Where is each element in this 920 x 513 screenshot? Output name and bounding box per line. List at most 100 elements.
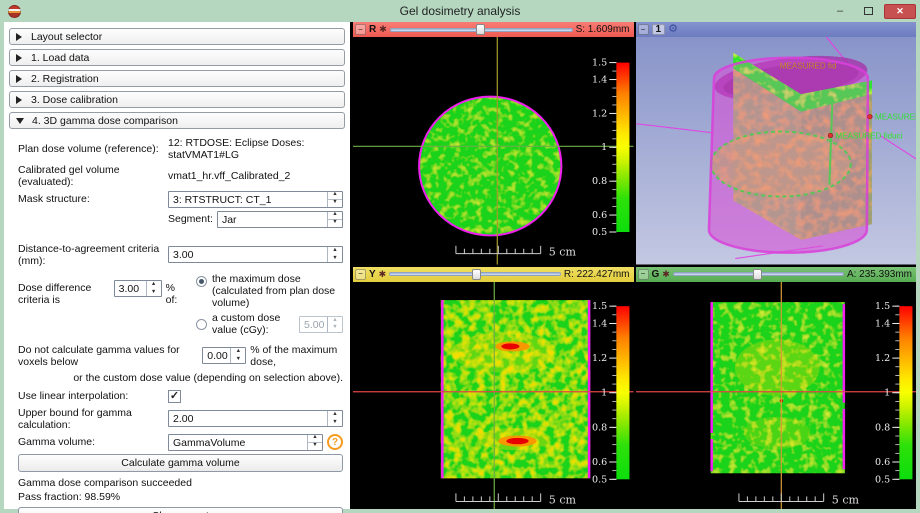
yellow-slice-canvas[interactable]: 1.51.41.210.80.60.5 5 cm	[353, 282, 634, 510]
spin-arrows-icon: ▲▼	[230, 348, 245, 363]
pin-icon[interactable]: ✱	[379, 25, 387, 34]
radio-maximum-dose-label: the maximum dose (calculated from plan d…	[212, 273, 343, 309]
slice-offset-slider[interactable]	[389, 270, 561, 279]
mask-structure-label: Mask structure:	[18, 193, 168, 205]
slice-view-yellow: − Y ✱ R: 222.427mm	[353, 267, 634, 510]
slice-offset-slider[interactable]	[673, 270, 844, 279]
segment-value: Jar	[218, 212, 327, 227]
threshold-label-post: % of the maximum dose,	[250, 344, 343, 368]
threed-view: − 1 ⚙	[636, 22, 917, 265]
interpolation-checkbox[interactable]: ✓	[168, 390, 181, 403]
view-label: G	[652, 269, 660, 280]
svg-text:1.5: 1.5	[592, 301, 607, 312]
svg-text:0.8: 0.8	[592, 422, 607, 433]
gamma-section-body: Plan dose volume (reference): 12: RTDOSE…	[9, 133, 345, 513]
section-label: Layout selector	[31, 31, 102, 43]
gamma-volume-select[interactable]: GammaVolume ▲▼	[168, 434, 323, 451]
fiducial-point[interactable]	[867, 115, 872, 120]
pin-icon[interactable]: ✱	[662, 270, 670, 279]
section-layout-selector[interactable]: Layout selector	[9, 28, 345, 45]
threshold-value: 0.00	[203, 348, 230, 363]
fiducial-label: MEASURED...	[874, 113, 916, 122]
svg-text:5 cm: 5 cm	[549, 246, 577, 259]
spin-arrows-icon: ▲▼	[327, 317, 342, 332]
gamma-volume-label: Gamma volume:	[18, 436, 168, 448]
section-registration[interactable]: 2. Registration	[9, 70, 345, 87]
spin-arrows-icon: ▲▼	[327, 411, 342, 426]
close-button[interactable]: ✕	[884, 4, 916, 19]
gamma-status: Gamma dose comparison succeeded Pass fra…	[18, 476, 343, 504]
svg-text:1.2: 1.2	[875, 353, 890, 364]
section-load-data[interactable]: 1. Load data	[9, 49, 345, 66]
gear-icon[interactable]: ⚙	[668, 24, 678, 35]
radio-maximum-dose[interactable]	[196, 276, 207, 287]
slice-view-green: − G ✱ A: 235.393mm	[636, 267, 917, 510]
svg-text:0.6: 0.6	[592, 210, 607, 221]
viewport-grid: − R ✱ S: 1.609mm	[350, 22, 916, 509]
expand-arrow-icon	[16, 96, 22, 104]
svg-text:1.5: 1.5	[592, 58, 607, 69]
plan-dose-label: Plan dose volume (reference):	[18, 143, 168, 155]
view-label: R	[369, 24, 376, 35]
section-label: 3. Dose calibration	[31, 94, 118, 106]
threshold-spinbox[interactable]: 0.00 ▲▼	[202, 347, 246, 364]
mask-structure-select[interactable]: 3: RTSTRUCT: CT_1 ▲▼	[168, 191, 343, 208]
section-gamma-comparison[interactable]: 4. 3D gamma dose comparison	[9, 112, 345, 129]
section-label: 1. Load data	[31, 52, 89, 64]
collapse-view-button[interactable]: −	[638, 269, 649, 280]
radio-custom-dose[interactable]	[196, 319, 207, 330]
section-dose-calibration[interactable]: 3. Dose calibration	[9, 91, 345, 108]
green-view-header: − G ✱ A: 235.393mm	[636, 267, 917, 282]
dose-diff-spinbox[interactable]: 3.00 ▲▼	[114, 280, 162, 297]
upper-bound-value: 2.00	[169, 411, 327, 426]
collapse-view-button[interactable]: −	[638, 24, 649, 35]
svg-text:1.2: 1.2	[592, 108, 607, 119]
collapse-view-button[interactable]: −	[355, 269, 366, 280]
dose-diff-label: Dose difference criteria is	[18, 273, 109, 306]
view-label: Y	[369, 269, 376, 280]
svg-text:1: 1	[601, 142, 607, 153]
slice-offset-value: R: 222.427mm	[564, 269, 630, 280]
collapse-view-button[interactable]: −	[355, 24, 366, 35]
svg-text:0.6: 0.6	[875, 457, 890, 468]
combo-arrows-icon: ▲▼	[307, 435, 322, 450]
green-slice-canvas[interactable]: 1.51.41.210.80.60.5 5 cm	[636, 282, 917, 510]
spin-arrows-icon: ▲▼	[327, 247, 342, 262]
svg-text:1.2: 1.2	[592, 353, 607, 364]
svg-text:0.8: 0.8	[592, 176, 607, 187]
svg-text:1: 1	[601, 387, 607, 398]
combo-arrows-icon: ▲▼	[327, 192, 342, 207]
segment-select[interactable]: Jar ▲▼	[217, 211, 343, 228]
custom-dose-spinbox[interactable]: 5.00 ▲▼	[299, 316, 343, 333]
svg-text:0.5: 0.5	[592, 474, 607, 485]
spin-arrows-icon: ▲▼	[146, 281, 161, 296]
calibrated-volume-value: vmat1_hr.vff_Calibrated_2	[168, 170, 343, 182]
calculate-gamma-button[interactable]: Calculate gamma volume	[18, 454, 343, 472]
show-report-button[interactable]: Show report	[18, 507, 343, 513]
title-bar: Gel dosimetry analysis – ✕	[0, 0, 920, 22]
svg-text:1.5: 1.5	[875, 301, 890, 312]
svg-text:5 cm: 5 cm	[549, 493, 577, 506]
gamma-volume-value: GammaVolume	[169, 435, 307, 450]
dta-value: 3.00	[169, 247, 327, 262]
threed-view-header: − 1 ⚙	[636, 22, 917, 37]
threed-canvas[interactable]: MEASURED fid MEASURED... MEASURED fiduci	[636, 37, 917, 265]
pin-icon[interactable]: ✱	[379, 270, 387, 279]
maximize-button[interactable]	[856, 4, 880, 19]
fiducial-point[interactable]	[828, 133, 833, 138]
help-button[interactable]: ?	[327, 434, 343, 450]
calibrated-volume-label: Calibrated gel volume (evaluated):	[18, 164, 168, 188]
red-slice-canvas[interactable]: 1.51.41.210.80.60.5 5 cm	[353, 37, 634, 265]
dta-spinbox[interactable]: 3.00 ▲▼	[168, 246, 343, 263]
minimize-button[interactable]: –	[828, 4, 852, 19]
slice-offset-slider[interactable]	[390, 25, 573, 34]
expand-arrow-icon	[16, 54, 22, 62]
upper-bound-label: Upper bound for gamma calculation:	[18, 407, 168, 431]
coronal-dose-image	[710, 302, 844, 473]
upper-bound-spinbox[interactable]: 2.00 ▲▼	[168, 410, 343, 427]
dta-label: Distance-to-agreement criteria (mm):	[18, 243, 168, 267]
axial-dose-image	[419, 97, 561, 236]
calculate-gamma-button-label: Calculate gamma volume	[121, 457, 239, 469]
status-line1: Gamma dose comparison succeeded	[18, 477, 192, 489]
maximize-icon	[864, 7, 873, 15]
